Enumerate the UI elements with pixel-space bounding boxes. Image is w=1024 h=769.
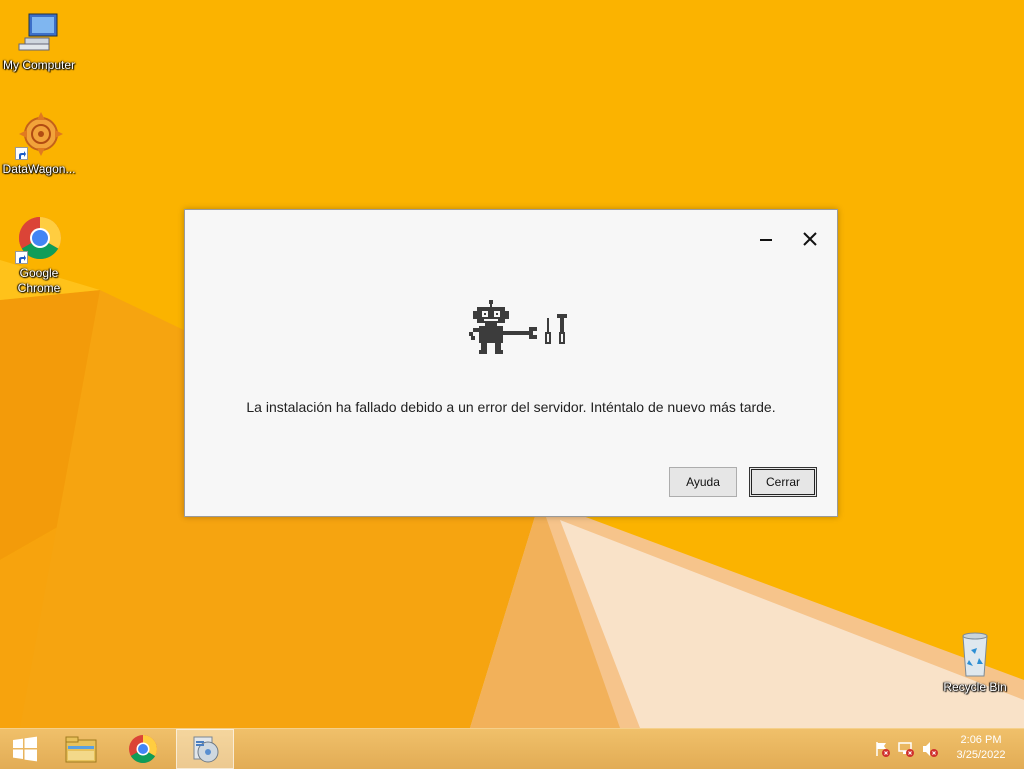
clock-time: 2:06 PM [960,734,1002,746]
clock[interactable]: 2:06 PM 3/25/2022 [946,733,1016,763]
taskbar-setup-app[interactable] [176,729,234,769]
close-icon [803,232,817,246]
clock-date: 3/25/2022 [956,749,1006,761]
taskbar: 2:06 PM 3/25/2022 [0,728,1024,769]
desktop-icon-my-computer[interactable]: My Computer [0,8,78,73]
desktop-icon-label: Google Chrome [17,266,61,295]
file-explorer-icon [65,736,97,763]
recycle-bin-icon [951,630,999,678]
error-message: La instalación ha fallado debido a un er… [246,399,776,415]
taskbar-chrome[interactable] [118,729,168,769]
desktop-icon-google-chrome[interactable]: Google Chrome [0,216,78,296]
installer-error-dialog: La instalación ha fallado debido a un er… [184,209,838,517]
help-button[interactable]: Ayuda [669,467,737,497]
desktop-icon-datawagon[interactable]: DataWagon... [0,112,78,177]
close-window-button[interactable] [795,224,825,254]
volume-muted-icon[interactable] [922,741,938,757]
chrome-icon [15,216,63,264]
computer-icon [15,8,63,56]
close-button[interactable]: Cerrar [749,467,817,497]
start-button[interactable] [0,729,50,769]
setup-icon [193,736,219,763]
action-center-flag-icon[interactable] [874,741,890,757]
desktop-icon-recycle-bin[interactable]: Recycle Bin [936,630,1014,695]
desktop-icon-label: My Computer [2,58,76,72]
minimize-icon [760,239,772,241]
network-icon[interactable] [898,741,914,757]
shortcut-arrow-icon [15,147,28,160]
desktop-icon-label: Recycle Bin [943,680,1007,694]
chrome-icon [129,735,157,763]
desktop-icon-label: DataWagon... [2,162,76,176]
shortcut-arrow-icon [15,251,28,264]
minimize-button[interactable] [751,224,781,254]
taskbar-file-explorer[interactable] [56,729,106,769]
robot-with-tools-icon [469,300,573,367]
datawagon-icon [15,112,63,160]
start-icon [13,736,37,762]
